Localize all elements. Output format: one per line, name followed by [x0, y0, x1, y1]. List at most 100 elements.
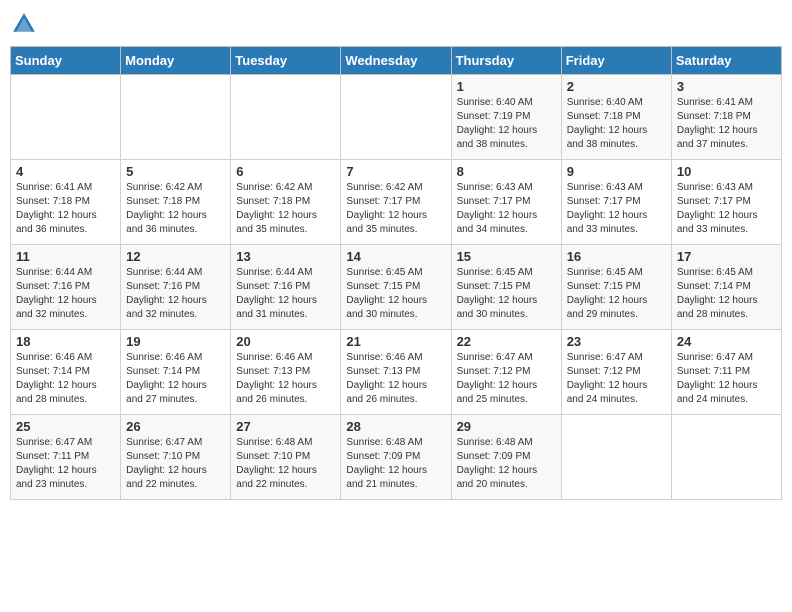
- day-number: 23: [567, 334, 666, 349]
- day-info: Sunrise: 6:42 AM Sunset: 7:18 PM Dayligh…: [126, 181, 225, 237]
- sunset-text: Sunset: 7:13 PM: [346, 366, 420, 377]
- daylight-text: Daylight: 12 hours and 27 minutes.: [126, 380, 207, 405]
- sunrise-text: Sunrise: 6:43 AM: [457, 182, 533, 193]
- daylight-text: Daylight: 12 hours and 33 minutes.: [567, 210, 648, 235]
- daylight-text: Daylight: 12 hours and 30 minutes.: [346, 295, 427, 320]
- calendar-cell: 22 Sunrise: 6:47 AM Sunset: 7:12 PM Dayl…: [451, 330, 561, 415]
- sunset-text: Sunset: 7:18 PM: [16, 196, 90, 207]
- calendar-cell: 11 Sunrise: 6:44 AM Sunset: 7:16 PM Dayl…: [11, 245, 121, 330]
- day-number: 18: [16, 334, 115, 349]
- sunset-text: Sunset: 7:19 PM: [457, 111, 531, 122]
- day-info: Sunrise: 6:47 AM Sunset: 7:12 PM Dayligh…: [457, 351, 556, 407]
- sunset-text: Sunset: 7:15 PM: [457, 281, 531, 292]
- sunrise-text: Sunrise: 6:47 AM: [16, 437, 92, 448]
- day-number: 6: [236, 164, 335, 179]
- day-info: Sunrise: 6:44 AM Sunset: 7:16 PM Dayligh…: [126, 266, 225, 322]
- sunrise-text: Sunrise: 6:46 AM: [126, 352, 202, 363]
- sunrise-text: Sunrise: 6:46 AM: [236, 352, 312, 363]
- daylight-text: Daylight: 12 hours and 30 minutes.: [457, 295, 538, 320]
- sunset-text: Sunset: 7:16 PM: [126, 281, 200, 292]
- sunset-text: Sunset: 7:15 PM: [567, 281, 641, 292]
- day-info: Sunrise: 6:40 AM Sunset: 7:18 PM Dayligh…: [567, 96, 666, 152]
- sunrise-text: Sunrise: 6:46 AM: [16, 352, 92, 363]
- day-header-saturday: Saturday: [671, 47, 781, 75]
- day-number: 11: [16, 249, 115, 264]
- sunset-text: Sunset: 7:14 PM: [677, 281, 751, 292]
- day-header-wednesday: Wednesday: [341, 47, 451, 75]
- calendar-cell: 28 Sunrise: 6:48 AM Sunset: 7:09 PM Dayl…: [341, 415, 451, 500]
- sunrise-text: Sunrise: 6:40 AM: [567, 97, 643, 108]
- sunrise-text: Sunrise: 6:44 AM: [126, 267, 202, 278]
- calendar-table: SundayMondayTuesdayWednesdayThursdayFrid…: [10, 46, 782, 500]
- daylight-text: Daylight: 12 hours and 29 minutes.: [567, 295, 648, 320]
- sunset-text: Sunset: 7:09 PM: [457, 451, 531, 462]
- sunset-text: Sunset: 7:16 PM: [236, 281, 310, 292]
- day-number: 27: [236, 419, 335, 434]
- day-info: Sunrise: 6:42 AM Sunset: 7:18 PM Dayligh…: [236, 181, 335, 237]
- sunrise-text: Sunrise: 6:43 AM: [677, 182, 753, 193]
- calendar-cell: 23 Sunrise: 6:47 AM Sunset: 7:12 PM Dayl…: [561, 330, 671, 415]
- sunrise-text: Sunrise: 6:45 AM: [567, 267, 643, 278]
- sunrise-text: Sunrise: 6:48 AM: [457, 437, 533, 448]
- sunset-text: Sunset: 7:17 PM: [677, 196, 751, 207]
- daylight-text: Daylight: 12 hours and 35 minutes.: [236, 210, 317, 235]
- calendar-cell: 27 Sunrise: 6:48 AM Sunset: 7:10 PM Dayl…: [231, 415, 341, 500]
- daylight-text: Daylight: 12 hours and 22 minutes.: [236, 465, 317, 490]
- calendar-cell: 1 Sunrise: 6:40 AM Sunset: 7:19 PM Dayli…: [451, 75, 561, 160]
- daylight-text: Daylight: 12 hours and 37 minutes.: [677, 125, 758, 150]
- day-header-thursday: Thursday: [451, 47, 561, 75]
- day-info: Sunrise: 6:47 AM Sunset: 7:11 PM Dayligh…: [16, 436, 115, 492]
- calendar-week-row: 4 Sunrise: 6:41 AM Sunset: 7:18 PM Dayli…: [11, 160, 782, 245]
- day-info: Sunrise: 6:43 AM Sunset: 7:17 PM Dayligh…: [677, 181, 776, 237]
- calendar-cell: 26 Sunrise: 6:47 AM Sunset: 7:10 PM Dayl…: [121, 415, 231, 500]
- day-info: Sunrise: 6:44 AM Sunset: 7:16 PM Dayligh…: [236, 266, 335, 322]
- day-info: Sunrise: 6:41 AM Sunset: 7:18 PM Dayligh…: [677, 96, 776, 152]
- daylight-text: Daylight: 12 hours and 23 minutes.: [16, 465, 97, 490]
- daylight-text: Daylight: 12 hours and 24 minutes.: [567, 380, 648, 405]
- sunrise-text: Sunrise: 6:42 AM: [236, 182, 312, 193]
- calendar-cell: [671, 415, 781, 500]
- day-header-friday: Friday: [561, 47, 671, 75]
- calendar-cell: [121, 75, 231, 160]
- day-info: Sunrise: 6:45 AM Sunset: 7:14 PM Dayligh…: [677, 266, 776, 322]
- sunrise-text: Sunrise: 6:48 AM: [236, 437, 312, 448]
- sunset-text: Sunset: 7:18 PM: [126, 196, 200, 207]
- calendar-cell: 19 Sunrise: 6:46 AM Sunset: 7:14 PM Dayl…: [121, 330, 231, 415]
- sunrise-text: Sunrise: 6:41 AM: [16, 182, 92, 193]
- calendar-cell: 29 Sunrise: 6:48 AM Sunset: 7:09 PM Dayl…: [451, 415, 561, 500]
- day-number: 10: [677, 164, 776, 179]
- day-headers-row: SundayMondayTuesdayWednesdayThursdayFrid…: [11, 47, 782, 75]
- calendar-week-row: 11 Sunrise: 6:44 AM Sunset: 7:16 PM Dayl…: [11, 245, 782, 330]
- day-info: Sunrise: 6:40 AM Sunset: 7:19 PM Dayligh…: [457, 96, 556, 152]
- day-number: 1: [457, 79, 556, 94]
- day-info: Sunrise: 6:45 AM Sunset: 7:15 PM Dayligh…: [346, 266, 445, 322]
- sunset-text: Sunset: 7:11 PM: [677, 366, 750, 377]
- sunrise-text: Sunrise: 6:44 AM: [16, 267, 92, 278]
- sunset-text: Sunset: 7:18 PM: [236, 196, 310, 207]
- day-info: Sunrise: 6:48 AM Sunset: 7:10 PM Dayligh…: [236, 436, 335, 492]
- daylight-text: Daylight: 12 hours and 35 minutes.: [346, 210, 427, 235]
- sunset-text: Sunset: 7:12 PM: [457, 366, 531, 377]
- daylight-text: Daylight: 12 hours and 38 minutes.: [567, 125, 648, 150]
- sunrise-text: Sunrise: 6:48 AM: [346, 437, 422, 448]
- daylight-text: Daylight: 12 hours and 26 minutes.: [346, 380, 427, 405]
- daylight-text: Daylight: 12 hours and 32 minutes.: [126, 295, 207, 320]
- logo: [10, 10, 40, 38]
- sunset-text: Sunset: 7:09 PM: [346, 451, 420, 462]
- sunset-text: Sunset: 7:10 PM: [236, 451, 310, 462]
- day-info: Sunrise: 6:43 AM Sunset: 7:17 PM Dayligh…: [457, 181, 556, 237]
- sunrise-text: Sunrise: 6:45 AM: [457, 267, 533, 278]
- sunset-text: Sunset: 7:18 PM: [567, 111, 641, 122]
- day-info: Sunrise: 6:45 AM Sunset: 7:15 PM Dayligh…: [567, 266, 666, 322]
- daylight-text: Daylight: 12 hours and 36 minutes.: [126, 210, 207, 235]
- sunset-text: Sunset: 7:11 PM: [16, 451, 89, 462]
- calendar-cell: 5 Sunrise: 6:42 AM Sunset: 7:18 PM Dayli…: [121, 160, 231, 245]
- sunrise-text: Sunrise: 6:45 AM: [346, 267, 422, 278]
- sunrise-text: Sunrise: 6:41 AM: [677, 97, 753, 108]
- calendar-cell: 14 Sunrise: 6:45 AM Sunset: 7:15 PM Dayl…: [341, 245, 451, 330]
- day-number: 5: [126, 164, 225, 179]
- sunrise-text: Sunrise: 6:46 AM: [346, 352, 422, 363]
- day-info: Sunrise: 6:44 AM Sunset: 7:16 PM Dayligh…: [16, 266, 115, 322]
- daylight-text: Daylight: 12 hours and 31 minutes.: [236, 295, 317, 320]
- day-number: 15: [457, 249, 556, 264]
